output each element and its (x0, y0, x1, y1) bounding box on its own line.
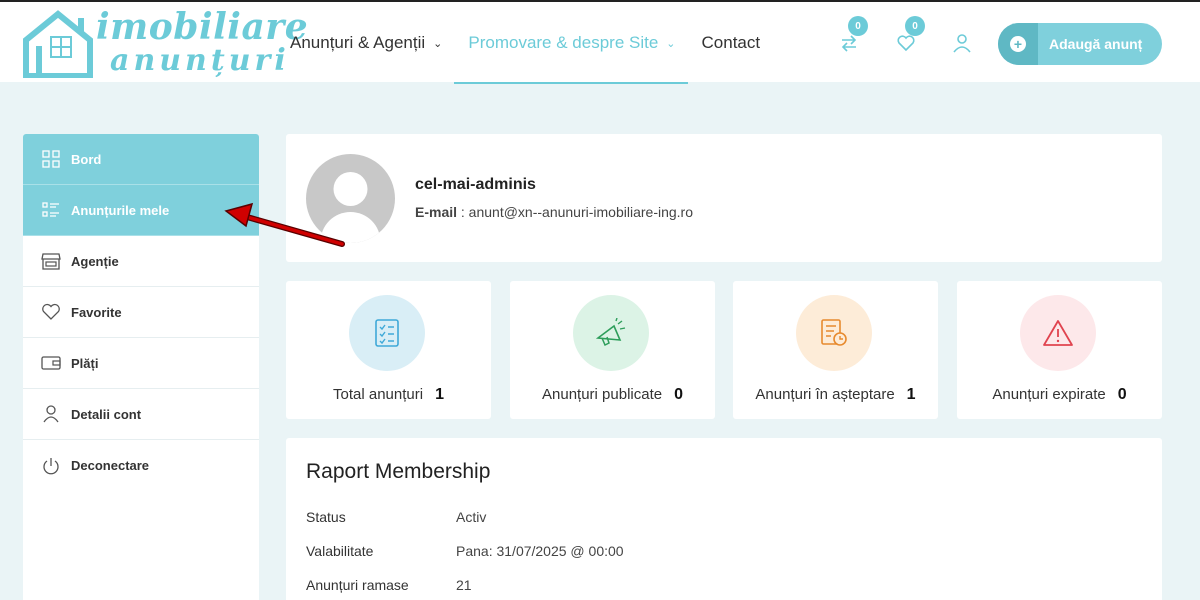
sidebar-item-logout[interactable]: Deconectare (23, 440, 259, 491)
add-listing-button[interactable]: + Adaugă anunț (998, 23, 1162, 65)
site-logo[interactable]: imobiliare anunțuri (22, 6, 308, 78)
stat-value: 0 (674, 386, 683, 403)
stat-card-expired: Anunțuri expirate 0 (957, 281, 1162, 419)
add-listing-label: Adaugă anunț (1049, 36, 1143, 52)
membership-row-validity: Valabilitate Pana: 31/07/2025 @ 00:00 (306, 543, 624, 559)
nav-item-promotion-about[interactable]: Promovare & despre Site ⌄ (454, 2, 688, 84)
membership-report-card: Raport Membership Status Activ Valabilit… (286, 438, 1162, 600)
sidebar-item-label: Anunțurile mele (71, 202, 170, 218)
membership-title: Raport Membership (306, 460, 491, 483)
stat-card-published: Anunțuri publicate 0 (510, 281, 715, 419)
store-icon (41, 251, 61, 271)
nav-item-label: Anunțuri & Agenții (290, 33, 426, 52)
sidebar-item-account-details[interactable]: Detalii cont (23, 389, 259, 440)
favorites-count-badge: 0 (905, 16, 925, 36)
user-icon (953, 34, 971, 53)
stat-label: Anunțuri publicate 0 (510, 386, 715, 404)
compare-button[interactable]: 0 (838, 16, 868, 54)
document-clock-icon (821, 319, 847, 346)
stat-card-total: Total anunțuri 1 (286, 281, 491, 419)
membership-value: 21 (456, 577, 472, 593)
stat-value: 1 (906, 386, 916, 403)
sidebar-item-label: Bord (71, 151, 102, 167)
sidebar-item-label: Detalii cont (71, 406, 142, 422)
email-label: E-mail (415, 204, 458, 220)
nav-item-label: Contact (701, 33, 761, 52)
compare-count-badge: 0 (848, 16, 868, 36)
sidebar-item-label: Favorite (71, 304, 122, 320)
sidebar-item-favorites[interactable]: Favorite (23, 287, 259, 338)
stat-circle (349, 295, 425, 371)
stat-card-pending: Anunțuri în așteptare 1 (733, 281, 938, 419)
membership-value: Pana: 31/07/2025 @ 00:00 (456, 543, 624, 559)
favorites-button[interactable]: 0 (895, 16, 925, 54)
email-value: : anunt@xn--anunuri-imobiliare-ing.ro (457, 204, 693, 220)
annotation-arrow-icon (224, 202, 345, 247)
stat-value: 1 (435, 386, 444, 403)
nav-item-label: Promovare & despre Site (468, 33, 659, 52)
plus-icon: + (1010, 36, 1026, 52)
wallet-icon (41, 353, 61, 373)
membership-value: Activ (456, 509, 487, 525)
stat-circle (796, 295, 872, 371)
sidebar-item-payments[interactable]: Plăți (23, 338, 259, 389)
sidebar-item-dashboard[interactable]: Bord (23, 134, 259, 185)
logo-text-line1: imobiliare (96, 6, 309, 48)
membership-key: Anunțuri ramase (306, 577, 409, 593)
stat-title: Anunțuri publicate (542, 386, 663, 403)
stat-title: Anunțuri expirate (992, 386, 1106, 403)
sidebar-item-label: Plăți (71, 355, 99, 371)
stat-title: Total anunțuri (333, 386, 424, 403)
house-logo-icon (23, 10, 93, 78)
profile-username: cel-mai-adminis (415, 176, 536, 193)
heart-icon (41, 302, 61, 322)
checklist-icon (375, 319, 399, 347)
account-button[interactable] (951, 32, 973, 54)
membership-row-remaining: Anunțuri ramase 21 (306, 577, 472, 593)
membership-key: Status (306, 509, 346, 525)
megaphone-icon (595, 318, 626, 347)
stat-label: Anunțuri expirate 0 (957, 386, 1162, 404)
nav-item-listings-agencies[interactable]: Anunțuri & Agenții ⌄ (290, 2, 442, 84)
chevron-down-icon: ⌄ (666, 37, 676, 50)
stat-label: Anunțuri în așteptare 1 (733, 386, 938, 404)
dashboard-icon (41, 149, 61, 169)
stat-circle (573, 295, 649, 371)
profile-card: cel-mai-adminis E-mail : anunt@xn--anunu… (286, 134, 1162, 262)
membership-row-status: Status Activ (306, 509, 486, 525)
user-icon (41, 404, 61, 424)
profile-email: E-mail : anunt@xn--anunuri-imobiliare-in… (415, 204, 693, 220)
add-icon-wrap: + (998, 23, 1038, 65)
stat-label: Total anunțuri 1 (286, 386, 491, 404)
stat-circle (1020, 295, 1096, 371)
main-nav: Anunțuri & Agenții ⌄ Promovare & despre … (290, 2, 786, 84)
chevron-down-icon: ⌄ (433, 37, 443, 50)
nav-item-contact[interactable]: Contact (702, 2, 761, 84)
sidebar-item-label: Deconectare (71, 458, 150, 473)
membership-key: Valabilitate (306, 543, 374, 559)
sidebar-item-label: Agenție (71, 253, 119, 269)
logo-text-line2: anunțuri (110, 43, 290, 78)
list-icon (41, 200, 61, 220)
header: imobiliare anunțuri Anunțuri & Agenții ⌄… (0, 0, 1200, 84)
power-icon (41, 456, 61, 476)
stat-title: Anunțuri în așteptare (755, 386, 895, 403)
warning-icon (1043, 320, 1073, 346)
stat-value: 0 (1117, 386, 1127, 403)
